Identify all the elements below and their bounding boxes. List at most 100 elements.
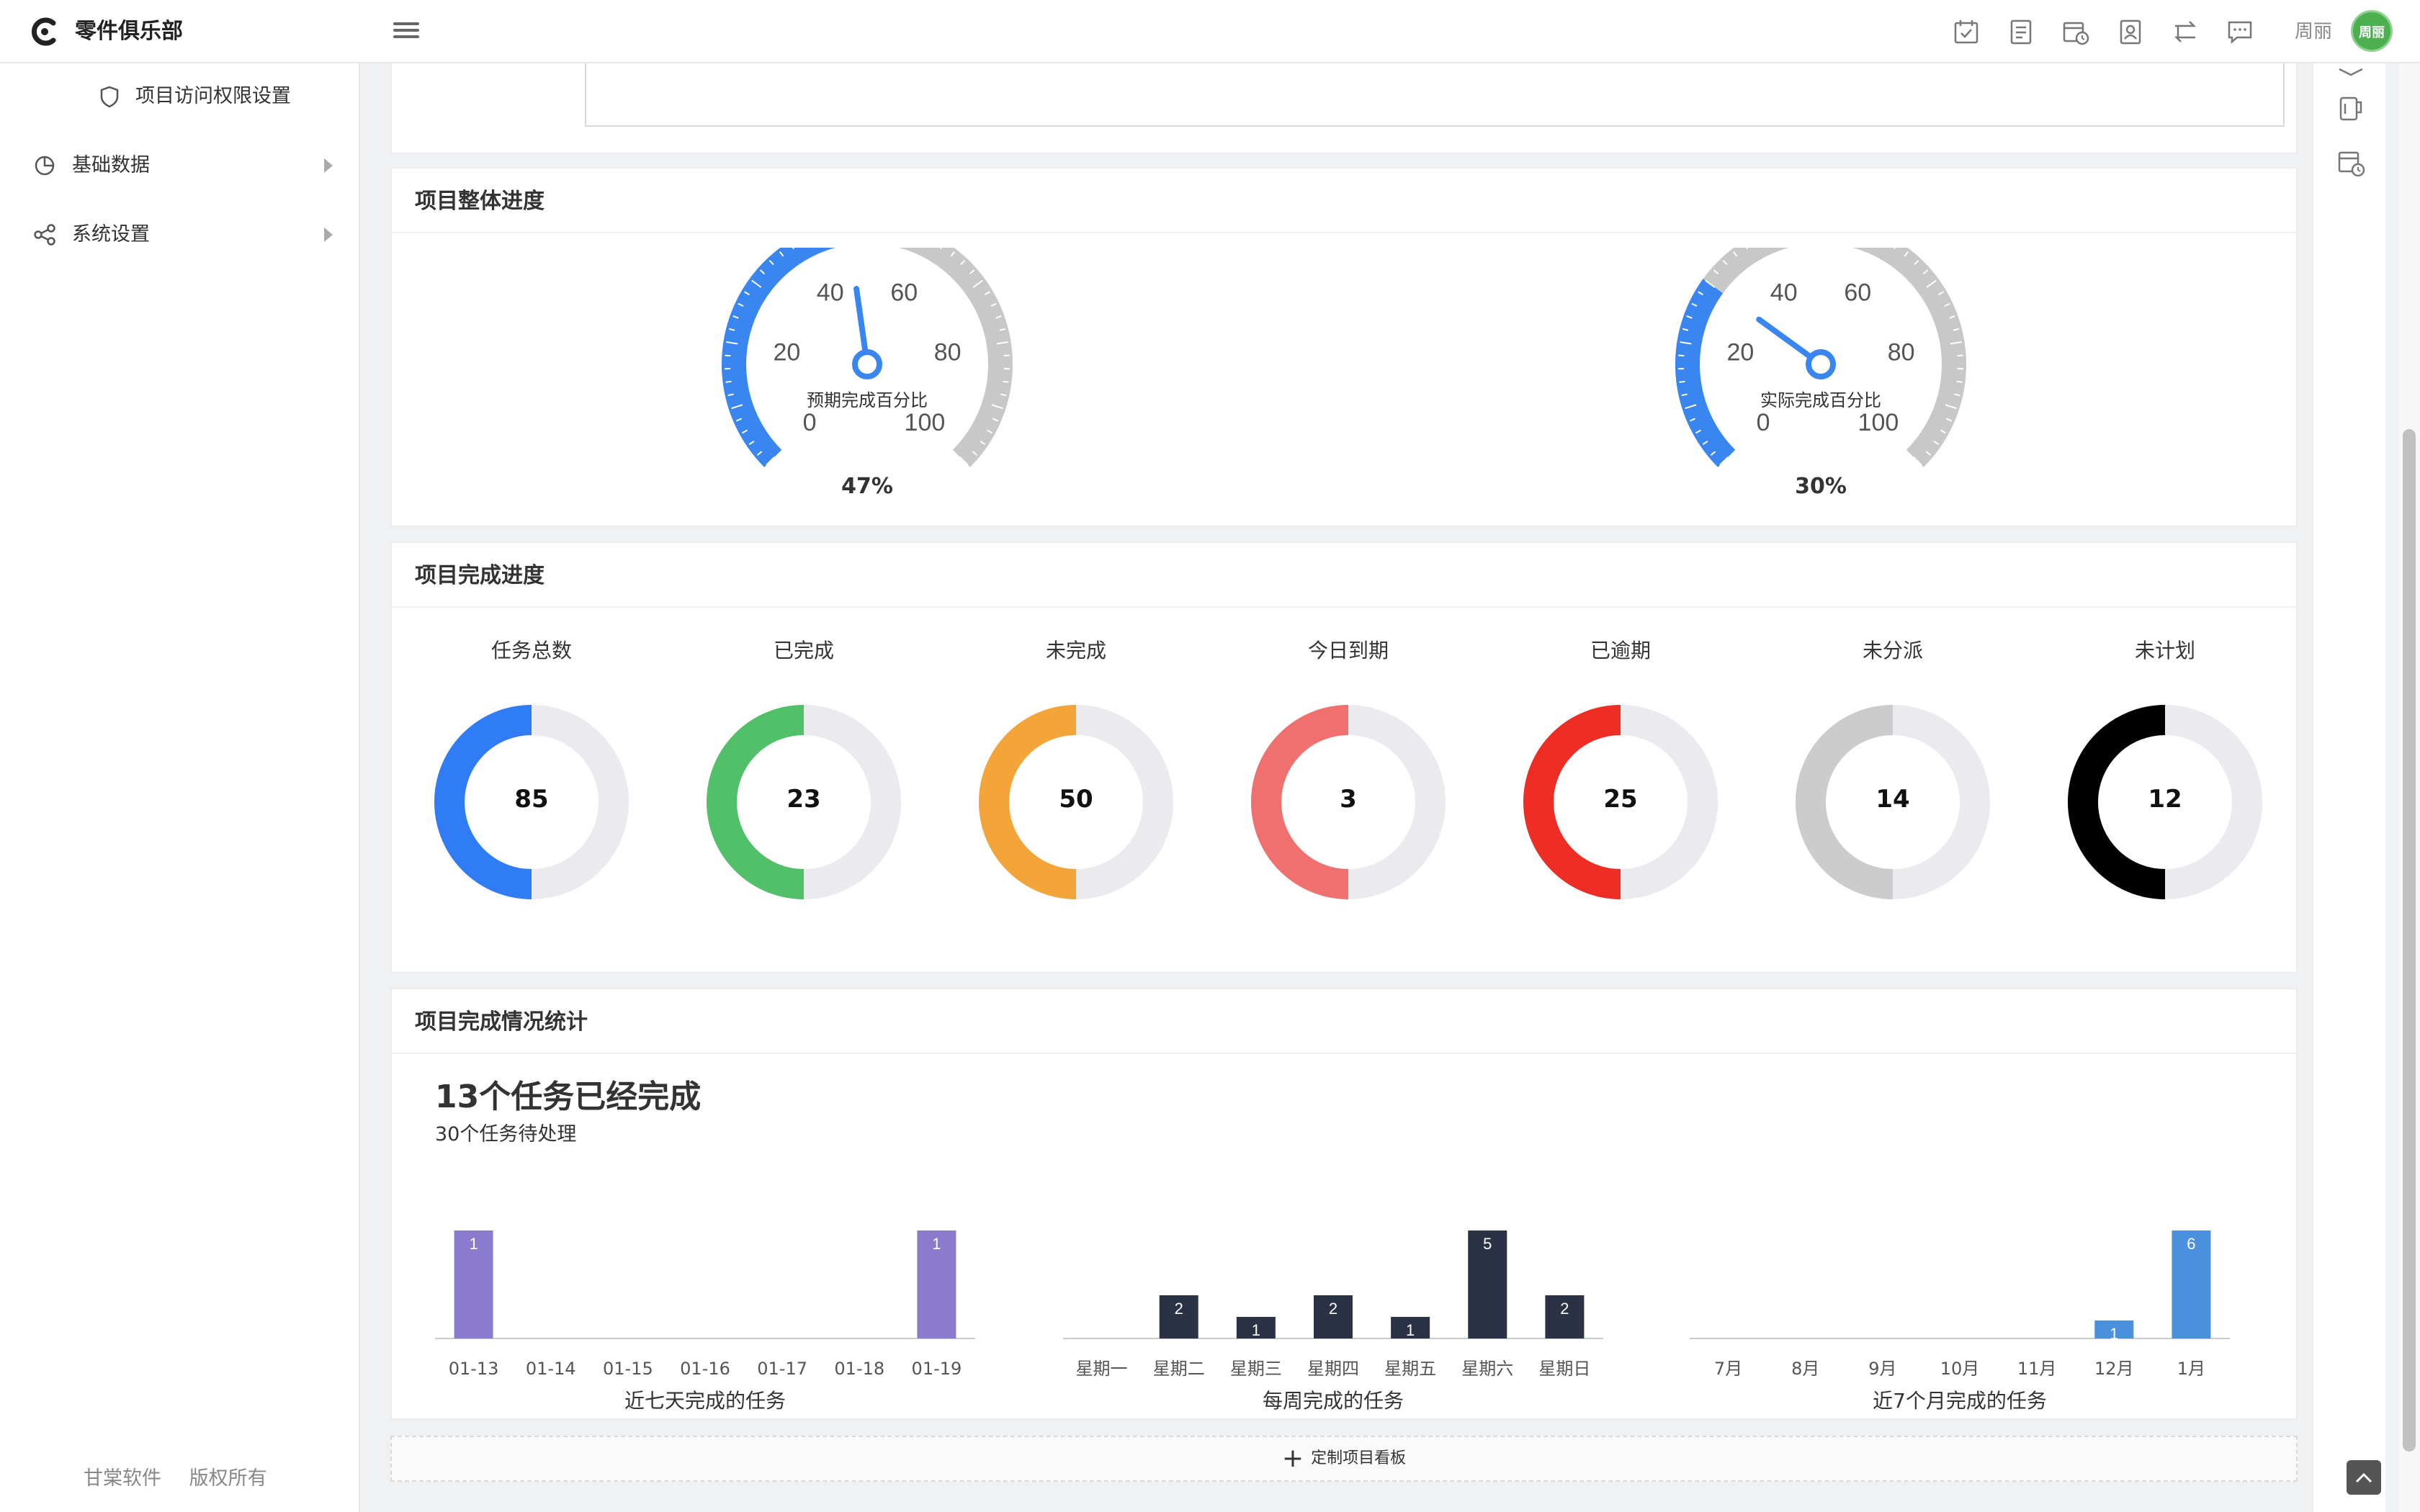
donut-value: 50 bbox=[1059, 785, 1093, 814]
logo-icon bbox=[31, 17, 56, 46]
menu-toggle-button[interactable] bbox=[393, 19, 419, 45]
x-tick-label: 星期三 bbox=[1230, 1359, 1282, 1379]
donut-label: 未完成 bbox=[1045, 639, 1106, 662]
bar-value-label: 5 bbox=[1483, 1235, 1492, 1253]
bar-value-label: 1 bbox=[1406, 1321, 1415, 1339]
contact-card-icon[interactable] bbox=[2116, 17, 2145, 46]
x-tick-label: 01-18 bbox=[834, 1359, 884, 1379]
bar-value-label: 2 bbox=[1329, 1300, 1337, 1318]
gauge-pivot bbox=[1806, 349, 1836, 379]
expected-progress-gauge: 0 20 40 60 80 100预期完成百分比 bbox=[722, 248, 1013, 467]
text-area[interactable] bbox=[585, 63, 2285, 127]
donut-value: 12 bbox=[2148, 785, 2182, 814]
card-title: 项目完成进度 bbox=[415, 563, 544, 588]
x-tick-label: 01-13 bbox=[449, 1359, 499, 1379]
sidebar-item-access-settings[interactable]: 项目访问权限设置 bbox=[0, 68, 359, 125]
completion-progress-card: 项目完成进度 任务总数 85 已完成 23 未完成 50 今日到期 3 已逾期 25 未分派 14 未计… bbox=[390, 541, 2298, 973]
x-tick-label: 01-19 bbox=[912, 1359, 962, 1379]
x-tick-label: 10月 bbox=[1940, 1359, 1980, 1379]
donut-label: 任务总数 bbox=[490, 639, 572, 662]
x-tick-label: 01-15 bbox=[603, 1359, 653, 1379]
card-title: 项目完成情况统计 bbox=[415, 1009, 588, 1035]
x-tick-label: 1月 bbox=[2177, 1359, 2205, 1379]
sidebar: 项目访问权限设置 基础数据 系统设置 bbox=[0, 63, 360, 1512]
plus-icon: + bbox=[1281, 1444, 1304, 1473]
bar-value-label: 1 bbox=[469, 1235, 478, 1253]
gauge-pivot bbox=[852, 349, 882, 379]
gauge-tick-label: 40 bbox=[817, 279, 844, 306]
sidebar-item-label: 基础数据 bbox=[72, 154, 150, 176]
x-tick-label: 8月 bbox=[1791, 1359, 1819, 1379]
donut-value: 85 bbox=[514, 785, 549, 814]
gauge-tick-label: 80 bbox=[934, 338, 962, 366]
bar-value-label: 6 bbox=[2187, 1235, 2195, 1253]
user-name[interactable]: 周丽 bbox=[2295, 19, 2332, 45]
x-tick-label: 星期一 bbox=[1076, 1359, 1128, 1379]
gauge-tick-label: 100 bbox=[1858, 409, 1899, 436]
gauge-tick-label: 100 bbox=[905, 409, 946, 436]
right-rail bbox=[2312, 63, 2385, 1512]
donut-3: 今日到期 3 bbox=[1240, 636, 1456, 939]
x-tick-label: 星期日 bbox=[1538, 1359, 1590, 1379]
mug-icon[interactable] bbox=[2335, 92, 2367, 124]
calendar-clock-icon[interactable] bbox=[2335, 147, 2367, 179]
chart-title: 近7个月完成的任务 bbox=[1873, 1389, 2047, 1413]
x-tick-label: 星期二 bbox=[1153, 1359, 1205, 1379]
customize-dashboard-button[interactable]: + 定制项目看板 bbox=[390, 1436, 2298, 1482]
gauge-value: 30% bbox=[1795, 474, 1847, 499]
gauge-tick-label: 20 bbox=[773, 338, 800, 366]
donut-5: 未分派 14 bbox=[1785, 636, 2001, 939]
document-icon[interactable] bbox=[2007, 17, 2035, 46]
weekly-chart: 星期一 2 星期二 1 星期三 2 星期四 1 星期五 5 星期六 2 星期日每周完成的任务 bbox=[1063, 1230, 1603, 1413]
donut-label: 今日到期 bbox=[1307, 639, 1389, 662]
pie-chart-icon bbox=[35, 156, 55, 176]
donut-6: 未计划 12 bbox=[2057, 636, 2273, 939]
bar-value-label: 2 bbox=[1560, 1300, 1569, 1318]
x-tick-label: 星期四 bbox=[1307, 1359, 1359, 1379]
previous-card bbox=[390, 63, 2298, 154]
overall-progress-card: 项目整体进度 0 20 40 60 80 100 预期完成百分比 47% 0 20 40 60 80… bbox=[390, 167, 2298, 527]
donut-value: 23 bbox=[786, 785, 821, 814]
gauge-tick-label: 40 bbox=[1770, 279, 1798, 306]
brand-name: 零件俱乐部 bbox=[75, 19, 183, 44]
gauge-tick-label: 0 bbox=[803, 409, 817, 436]
x-tick-label: 7月 bbox=[1714, 1359, 1742, 1379]
sidebar-item-label: 项目访问权限设置 bbox=[135, 85, 291, 107]
share-icon bbox=[34, 224, 55, 246]
x-tick-label: 11月 bbox=[2017, 1359, 2057, 1379]
donut-label: 未计划 bbox=[2134, 639, 2195, 662]
donut-4: 已逾期 25 bbox=[1512, 636, 1729, 939]
gauge-tick-label: 60 bbox=[1844, 279, 1871, 306]
x-tick-label: 星期六 bbox=[1461, 1359, 1513, 1379]
last-7-months-chart: 7月 8月 9月 10月 11月 1 12月 6 1月近7个月完成的任务 bbox=[1690, 1230, 2230, 1413]
gauge-tick-label: 0 bbox=[1757, 409, 1770, 436]
x-tick-label: 12月 bbox=[2094, 1359, 2134, 1379]
donut-value: 25 bbox=[1603, 785, 1638, 814]
donut-1: 已完成 23 bbox=[696, 636, 912, 939]
avatar[interactable]: 周丽 bbox=[2351, 10, 2393, 52]
bar-value-label: 1 bbox=[2110, 1325, 2118, 1343]
gauge-fill bbox=[1675, 279, 1736, 467]
chat-icon[interactable] bbox=[2226, 17, 2254, 46]
calendar-clock-icon[interactable] bbox=[2061, 17, 2090, 46]
bar-value-label: 2 bbox=[1175, 1300, 1183, 1318]
completion-stats-card: 项目完成情况统计 13个任务已经完成 30个任务待处理 1 01-13 01-14 0… bbox=[390, 988, 2298, 1420]
calendar-check-icon[interactable] bbox=[1952, 17, 1981, 46]
chevron-right-icon bbox=[324, 158, 333, 173]
donut-value: 14 bbox=[1876, 785, 1910, 814]
completed-headline: 13个任务已经完成 bbox=[435, 1079, 702, 1115]
scrollbar-thumb[interactable] bbox=[2403, 429, 2416, 1452]
x-tick-label: 星期五 bbox=[1384, 1359, 1436, 1379]
gauge-tick-label: 20 bbox=[1726, 338, 1754, 366]
gauge-label: 实际完成百分比 bbox=[1760, 390, 1881, 410]
back-to-top-button[interactable] bbox=[2347, 1460, 2381, 1495]
sidebar-item-base-data[interactable]: 基础数据 bbox=[0, 137, 359, 194]
sidebar-item-system-settings[interactable]: 系统设置 bbox=[0, 206, 359, 264]
chart-title: 近七天完成的任务 bbox=[624, 1389, 786, 1413]
donut-label: 未分派 bbox=[1862, 639, 1923, 662]
swap-icon[interactable] bbox=[2171, 17, 2200, 46]
sidebar-item-label: 系统设置 bbox=[72, 223, 150, 246]
card-title: 项目整体进度 bbox=[415, 189, 544, 214]
gauge-tick-label: 80 bbox=[1888, 338, 1915, 366]
chart-title: 每周完成的任务 bbox=[1263, 1389, 1404, 1413]
